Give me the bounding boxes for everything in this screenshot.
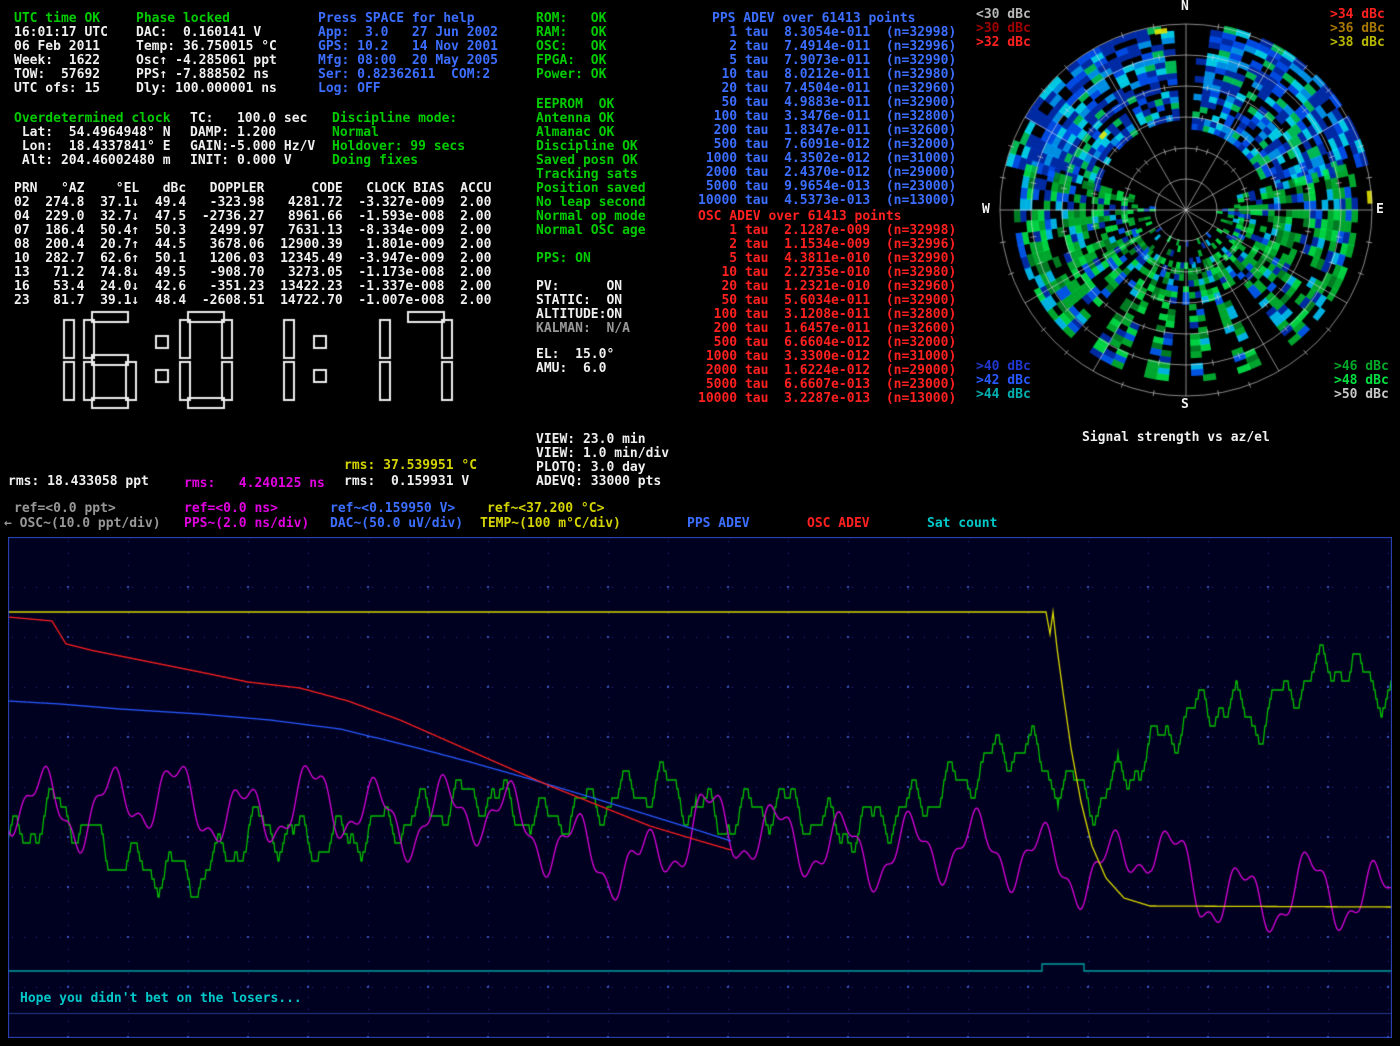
- dbc-legend-bottom-left: >40 dBc>42 dBc>44 dBc: [976, 360, 1031, 402]
- rms-pps: rms: 4.240125 ns: [184, 477, 325, 491]
- filter-lines: EL: 15.0° AMU: 6.0: [536, 348, 614, 376]
- lady-heather-gpsdo-monitor: { "status": { "utc": {"header":"UTC time…: [0, 0, 1400, 1046]
- view-settings-lines: VIEW: 23.0 min VIEW: 1.0 min/div PLOTQ: …: [536, 433, 669, 489]
- osc-adev-toggle-label: OSC ADEV: [807, 517, 870, 531]
- plot-message: Hope you didn't bet on the losers...: [20, 992, 302, 1006]
- dbc-legend-bottom-right: >46 dBc>48 dBc>50 dBc: [1334, 360, 1389, 402]
- pps-adev-table: 1 tau 8.3054e-011 (n=32998) 2 tau 7.4914…: [698, 26, 956, 208]
- rms-temp: rms: 37.539951 °C: [344, 459, 477, 473]
- osc-adev-table: 1 tau 2.1287e-009 (n=32998) 2 tau 1.1534…: [698, 224, 956, 406]
- fix-mode-lines: PV: ON STATIC: ON ALTITUDE:ON: [536, 280, 622, 322]
- selftest-lines: ROM: OK RAM: OK OSC: OK FPGA: OK Power: …: [536, 12, 606, 82]
- dbc-legend-item: >30 dBc: [976, 22, 1031, 36]
- survey-header: Overdetermined clock: [14, 112, 171, 126]
- survey-discipline-lines: Discipline mode: Normal Holdover: 99 sec…: [332, 112, 465, 168]
- utc-status-lines: 16:01:17 UTC 06 Feb 2011 Week: 1622 TOW:…: [14, 26, 108, 96]
- pps-scale-label: PPS~(2.0 ns/div): [184, 517, 309, 531]
- dbc-legend-item: >46 dBc: [1334, 360, 1389, 374]
- dac-ref-label: ref~<0.159950 V>: [330, 502, 455, 516]
- osc-adev-header: OSC ADEV over 61413 points: [698, 210, 902, 224]
- temp-scale-label: TEMP~(100 m°C/div): [480, 517, 621, 531]
- temp-ref-label: ref~<37.200 °C>: [487, 502, 604, 516]
- plot-area[interactable]: [8, 537, 1392, 1038]
- dbc-legend-item: >38 dBc: [1330, 36, 1385, 50]
- dbc-legend-top-right: >34 dBc>36 dBc>38 dBc: [1330, 8, 1385, 50]
- dbc-legend-item: >32 dBc: [976, 36, 1031, 50]
- pps-adev-toggle-label: PPS ADEV: [687, 517, 750, 531]
- signal-strength-polar-map: [988, 12, 1384, 408]
- digital-clock: [18, 310, 488, 410]
- help-info-lines: Press SPACE for help App: 3.0 27 Jun 200…: [318, 12, 498, 96]
- dbc-legend-item: >42 dBc: [976, 374, 1031, 388]
- survey-position-lines: Lat: 54.4964948° N Lon: 18.4337841° E Al…: [14, 126, 171, 168]
- phase-status-lines: DAC: 0.160141 V Temp: 36.750015 °C Osc↑ …: [136, 26, 277, 96]
- kalman-state: KALMAN: N/A: [536, 322, 630, 336]
- dbc-legend-item: <30 dBc: [976, 8, 1031, 22]
- compass-e: E: [1376, 203, 1384, 217]
- compass-w: W: [982, 203, 990, 217]
- pps-ref-label: ref=<0.0 ns>: [184, 502, 278, 516]
- compass-n: N: [1181, 0, 1189, 14]
- rms-dac: rms: 0.159931 V: [344, 475, 469, 489]
- utc-status-header: UTC time OK: [14, 12, 100, 26]
- dbc-legend-item: >44 dBc: [976, 388, 1031, 402]
- polar-caption: Signal strength vs az/el: [1082, 431, 1270, 445]
- phase-status-header: Phase locked: [136, 12, 230, 26]
- survey-params-lines: TC: 100.0 sec DAMP: 1.200 GAIN:-5.000 Hz…: [190, 112, 315, 168]
- osc-ref-label: ref=<0.0 ppt>: [14, 502, 116, 516]
- satellite-table: PRN °AZ °EL dBc DOPPLER CODE CLOCK BIAS …: [14, 182, 491, 308]
- receiver-status-lines: EEPROM OK Antenna OK Almanac OK Discipli…: [536, 98, 646, 238]
- dbc-legend-item: >50 dBc: [1334, 388, 1389, 402]
- dac-scale-label: DAC~(50.0 uV/div): [330, 517, 463, 531]
- pps-state: PPS: ON: [536, 252, 591, 266]
- dbc-legend-top-left: <30 dBc>30 dBc>32 dBc: [976, 8, 1031, 50]
- sat-count-toggle-label: Sat count: [927, 517, 997, 531]
- compass-s: S: [1181, 398, 1189, 412]
- osc-scale-label: ← OSC~(10.0 ppt/div): [4, 517, 161, 531]
- dbc-legend-item: >34 dBc: [1330, 8, 1385, 22]
- pps-adev-header: PPS ADEV over 61413 points: [712, 12, 916, 26]
- dbc-legend-item: >48 dBc: [1334, 374, 1389, 388]
- dbc-legend-item: >36 dBc: [1330, 22, 1385, 36]
- rms-osc: rms: 18.433058 ppt: [8, 475, 149, 489]
- dbc-legend-item: >40 dBc: [976, 360, 1031, 374]
